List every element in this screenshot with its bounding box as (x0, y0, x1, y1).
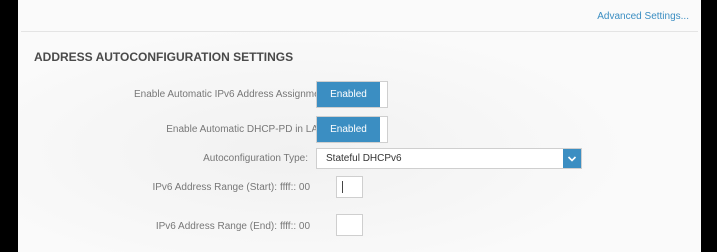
header-divider (21, 31, 698, 32)
autoconfig-type-value: Stateful DHCPv6 (326, 153, 402, 164)
dhcp-pd-toggle[interactable]: Enabled (316, 116, 388, 143)
dhcp-pd-toggle-state: Enabled (317, 117, 380, 142)
range-start-label: IPv6 Address Range (Start): (152, 182, 277, 193)
autoconfig-type-select[interactable]: Stateful DHCPv6 (316, 148, 582, 169)
auto-ipv6-toggle[interactable]: Enabled (316, 81, 388, 108)
range-start-prefix: ffff:: 00 (280, 182, 311, 193)
section-title: ADDRESS AUTOCONFIGURATION SETTINGS (34, 50, 294, 64)
dhcp-pd-label: Enable Automatic DHCP-PD in LAN: (166, 124, 328, 135)
range-end-prefix: ffff:: 00 (280, 221, 311, 232)
range-end-label: IPv6 Address Range (End): (155, 221, 277, 232)
text-caret (342, 181, 343, 193)
chevron-down-icon[interactable] (563, 149, 581, 168)
auto-ipv6-toggle-state: Enabled (317, 82, 380, 107)
auto-ipv6-label: Enable Automatic IPv6 Address Assignment (134, 89, 328, 100)
range-start-input[interactable] (336, 176, 363, 198)
settings-panel: Advanced Settings... ADDRESS AUTOCONFIGU… (18, 0, 701, 252)
advanced-settings-link[interactable]: Advanced Settings... (597, 11, 689, 22)
range-end-input[interactable] (336, 214, 363, 236)
autoconfig-type-label: Autoconfiguration Type: (203, 153, 308, 164)
